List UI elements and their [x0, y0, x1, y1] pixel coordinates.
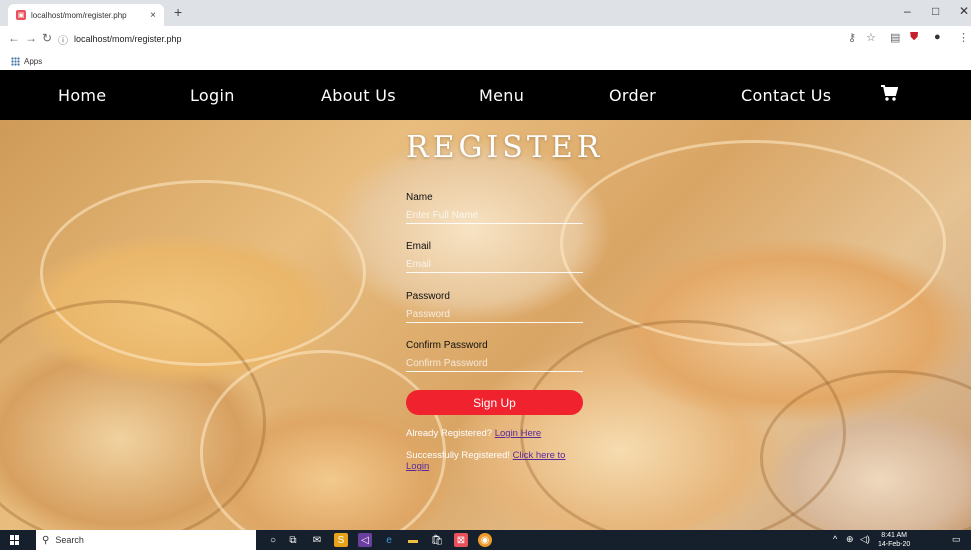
menu-dots-icon[interactable]: ⋮: [958, 31, 969, 44]
store-icon[interactable]: 🛍: [430, 533, 444, 547]
xampp-icon[interactable]: ⊠: [454, 533, 468, 547]
profile-icon[interactable]: ●: [934, 31, 941, 43]
nav-order[interactable]: Order: [609, 86, 656, 105]
url-input[interactable]: ⓘ localhost/mom/register.php: [58, 30, 838, 48]
apps-bookmark[interactable]: Apps: [24, 57, 42, 66]
cortana-icon[interactable]: ○: [266, 533, 280, 547]
network-icon[interactable]: ⊕: [846, 534, 854, 545]
chrome-icon[interactable]: ◉: [478, 533, 492, 547]
nav-contact-us[interactable]: Contact Us: [741, 86, 831, 105]
shield-extension-icon[interactable]: ⛊: [910, 31, 918, 44]
email-input[interactable]: [406, 257, 583, 273]
sublime-icon[interactable]: S: [334, 533, 348, 547]
windows-start-icon[interactable]: [10, 535, 20, 545]
success-label: Successfully Registered!: [406, 450, 511, 461]
back-icon[interactable]: ←: [8, 31, 20, 45]
bookmarks-bar: Apps: [0, 52, 971, 70]
apps-grid-icon[interactable]: [11, 56, 20, 66]
browser-tab-bar: ▣ localhost/mom/register.php × + – □ ✕: [0, 0, 971, 26]
nav-about-us[interactable]: About Us: [321, 86, 396, 105]
windows-taskbar: ⚲ Search ○ ⧉ ✉ S ◁ e ▬ 🛍 ⊠ ◉ ^ ⊕ ◁) 8:41…: [0, 530, 971, 550]
nav-login[interactable]: Login: [190, 86, 235, 105]
login-here-link[interactable]: Login Here: [495, 428, 541, 439]
minimize-button[interactable]: –: [904, 4, 911, 18]
cart-icon[interactable]: [880, 84, 899, 107]
forward-icon[interactable]: →: [25, 31, 37, 45]
email-label: Email: [406, 241, 432, 252]
register-heading: REGISTER: [406, 130, 604, 165]
url-text: localhost/mom/register.php: [74, 34, 182, 44]
dumpling-shape: [560, 140, 946, 346]
file-explorer-icon[interactable]: ▬: [406, 533, 420, 547]
extension-icon[interactable]: ▤: [890, 31, 900, 44]
taskbar-search-box[interactable]: ⚲ Search: [36, 530, 256, 550]
password-input[interactable]: [406, 307, 583, 323]
confirm-password-label: Confirm Password: [406, 340, 488, 351]
nav-menu[interactable]: Menu: [479, 86, 524, 105]
confirm-password-input[interactable]: [406, 356, 583, 372]
tab-close-icon[interactable]: ×: [150, 10, 156, 21]
search-placeholder: Search: [55, 535, 84, 545]
new-tab-button[interactable]: +: [174, 4, 182, 20]
reload-icon[interactable]: ↻: [42, 31, 52, 45]
maximize-button[interactable]: □: [932, 4, 939, 18]
browser-tab[interactable]: ▣ localhost/mom/register.php ×: [8, 4, 164, 26]
name-label: Name: [406, 192, 433, 203]
password-label: Password: [406, 291, 450, 302]
already-registered-label: Already Registered?: [406, 428, 493, 439]
clock-time: 8:41 AM: [881, 532, 907, 539]
tab-title: localhost/mom/register.php: [31, 10, 127, 20]
info-icon: ⓘ: [58, 35, 68, 47]
nav-home[interactable]: Home: [58, 86, 106, 105]
click-here-link[interactable]: Click here to: [513, 450, 566, 461]
visual-studio-icon[interactable]: ◁: [358, 533, 372, 547]
close-window-button[interactable]: ✕: [959, 4, 969, 18]
favicon-icon: ▣: [16, 10, 26, 20]
name-input[interactable]: [406, 208, 583, 224]
address-bar-row: ← → ↻ ⓘ localhost/mom/register.php ⚷ ☆ ▤…: [0, 26, 971, 53]
clock-date: 14-Feb-20: [878, 541, 911, 548]
tray-chevron-icon[interactable]: ^: [833, 534, 837, 544]
notification-icon[interactable]: ▭: [952, 534, 961, 545]
success-message: Successfully Registered! Click here to L…: [406, 450, 586, 472]
key-icon[interactable]: ⚷: [848, 31, 856, 44]
hero-background: REGISTER Name Email Password Confirm Pas…: [0, 120, 971, 530]
sign-up-button[interactable]: Sign Up: [406, 390, 583, 415]
edge-icon[interactable]: e: [382, 533, 396, 547]
volume-icon[interactable]: ◁): [860, 534, 870, 545]
login-link[interactable]: Login: [406, 461, 429, 472]
site-navbar: Home Login About Us Menu Order Contact U…: [0, 70, 971, 120]
star-icon[interactable]: ☆: [866, 31, 876, 44]
taskbar-clock[interactable]: 8:41 AM 14-Feb-20: [878, 531, 910, 549]
search-icon: ⚲: [42, 534, 50, 546]
task-view-icon[interactable]: ⧉: [286, 533, 300, 547]
already-registered-text: Already Registered? Login Here: [406, 428, 541, 439]
mail-icon[interactable]: ✉: [310, 533, 324, 547]
